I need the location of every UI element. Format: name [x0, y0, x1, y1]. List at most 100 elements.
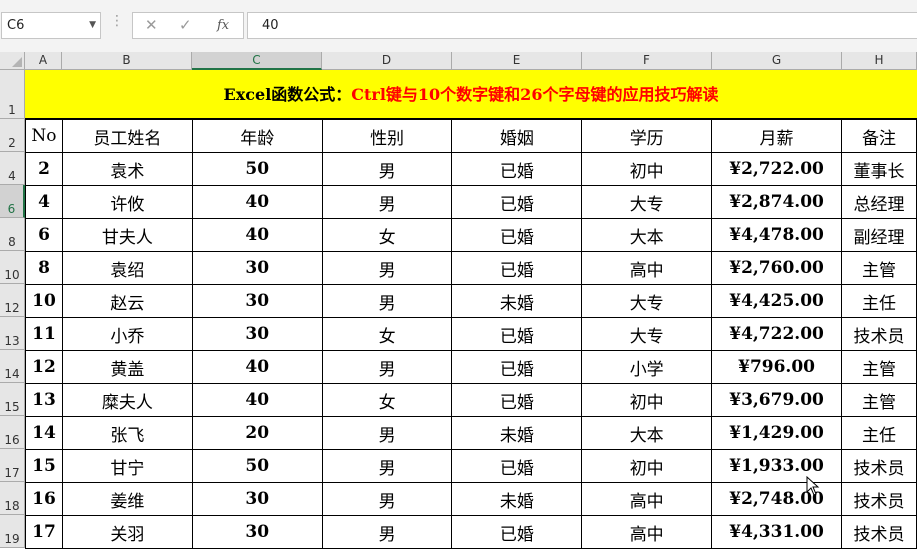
- table-cell[interactable]: 女: [321, 218, 453, 252]
- name-box[interactable]: C6 ▼: [1, 12, 101, 39]
- table-cell[interactable]: 男: [321, 152, 453, 186]
- header-cell[interactable]: 性别: [321, 119, 453, 153]
- table-cell[interactable]: 16: [25, 482, 63, 516]
- table-cell[interactable]: ¥3,679.00: [711, 383, 843, 417]
- table-cell[interactable]: 未婚: [451, 416, 583, 450]
- formula-input[interactable]: 40: [247, 12, 917, 39]
- table-cell[interactable]: 12: [25, 350, 63, 384]
- table-cell[interactable]: 大本: [581, 416, 713, 450]
- table-cell[interactable]: 主管: [841, 251, 917, 285]
- row-header-13[interactable]: 13: [0, 317, 25, 350]
- table-cell[interactable]: 17: [25, 515, 63, 549]
- table-cell[interactable]: 主任: [841, 284, 917, 318]
- table-cell[interactable]: 男: [321, 350, 453, 384]
- table-cell[interactable]: 初中: [581, 383, 713, 417]
- table-cell[interactable]: 14: [25, 416, 63, 450]
- table-cell[interactable]: 男: [321, 416, 453, 450]
- table-cell[interactable]: 13: [25, 383, 63, 417]
- table-cell[interactable]: 小学: [581, 350, 713, 384]
- table-cell[interactable]: ¥2,760.00: [711, 251, 843, 285]
- table-cell[interactable]: 30: [191, 515, 323, 549]
- table-cell[interactable]: ¥1,933.00: [711, 449, 843, 483]
- title-cell[interactable]: Excel函数公式：Ctrl键与10个数字键和26个字母键的应用技巧解读: [25, 70, 917, 119]
- table-cell[interactable]: 50: [191, 449, 323, 483]
- table-cell[interactable]: 已婚: [451, 350, 583, 384]
- table-cell[interactable]: ¥2,722.00: [711, 152, 843, 186]
- table-cell[interactable]: 2: [25, 152, 63, 186]
- table-cell[interactable]: 大本: [581, 218, 713, 252]
- chevron-down-icon[interactable]: ▼: [89, 13, 96, 38]
- table-cell[interactable]: 40: [191, 218, 323, 252]
- table-cell[interactable]: 男: [321, 482, 453, 516]
- table-cell[interactable]: 技术员: [841, 515, 917, 549]
- table-cell[interactable]: ¥4,478.00: [711, 218, 843, 252]
- row-header-1[interactable]: 1: [0, 70, 25, 119]
- table-cell[interactable]: 糜夫人: [61, 383, 193, 417]
- column-header-e[interactable]: E: [452, 52, 582, 70]
- table-cell[interactable]: 甘宁: [61, 449, 193, 483]
- table-cell[interactable]: 初中: [581, 449, 713, 483]
- table-cell[interactable]: 6: [25, 218, 63, 252]
- table-cell[interactable]: 主管: [841, 383, 917, 417]
- table-cell[interactable]: 赵云: [61, 284, 193, 318]
- table-cell[interactable]: 已婚: [451, 449, 583, 483]
- table-cell[interactable]: 副经理: [841, 218, 917, 252]
- table-cell[interactable]: 50: [191, 152, 323, 186]
- row-header-17[interactable]: 17: [0, 449, 25, 482]
- table-cell[interactable]: 总经理: [841, 185, 917, 219]
- table-cell[interactable]: 未婚: [451, 284, 583, 318]
- table-cell[interactable]: 男: [321, 284, 453, 318]
- table-cell[interactable]: 20: [191, 416, 323, 450]
- column-header-d[interactable]: D: [322, 52, 452, 70]
- table-cell[interactable]: 30: [191, 482, 323, 516]
- enter-icon[interactable]: ✓: [179, 16, 192, 34]
- table-cell[interactable]: ¥2,874.00: [711, 185, 843, 219]
- row-header-15[interactable]: 15: [0, 383, 25, 416]
- table-cell[interactable]: 40: [191, 350, 323, 384]
- table-cell[interactable]: 大专: [581, 284, 713, 318]
- column-header-a[interactable]: A: [25, 52, 62, 70]
- column-header-h[interactable]: H: [842, 52, 917, 70]
- table-cell[interactable]: ¥4,722.00: [711, 317, 843, 351]
- row-header-8[interactable]: 8: [0, 218, 25, 251]
- table-cell[interactable]: 董事长: [841, 152, 917, 186]
- select-all-button[interactable]: [0, 52, 25, 70]
- table-cell[interactable]: 40: [191, 383, 323, 417]
- table-cell[interactable]: 30: [191, 284, 323, 318]
- table-cell[interactable]: 主管: [841, 350, 917, 384]
- header-cell[interactable]: 员工姓名: [61, 119, 193, 153]
- table-cell[interactable]: 已婚: [451, 218, 583, 252]
- table-cell[interactable]: 大专: [581, 185, 713, 219]
- table-cell[interactable]: 技术员: [841, 449, 917, 483]
- table-cell[interactable]: 10: [25, 284, 63, 318]
- table-cell[interactable]: 已婚: [451, 317, 583, 351]
- table-cell[interactable]: 黄盖: [61, 350, 193, 384]
- table-cell[interactable]: ¥2,748.00: [711, 482, 843, 516]
- table-cell[interactable]: 40: [191, 185, 323, 219]
- column-header-f[interactable]: F: [582, 52, 712, 70]
- table-cell[interactable]: 未婚: [451, 482, 583, 516]
- table-cell[interactable]: 8: [25, 251, 63, 285]
- row-header-14[interactable]: 14: [0, 350, 25, 383]
- row-header-19[interactable]: 19: [0, 515, 25, 548]
- table-cell[interactable]: 初中: [581, 152, 713, 186]
- table-cell[interactable]: 高中: [581, 482, 713, 516]
- table-cell[interactable]: 高中: [581, 515, 713, 549]
- table-cell[interactable]: 主任: [841, 416, 917, 450]
- table-cell[interactable]: ¥796.00: [711, 350, 843, 384]
- table-cell[interactable]: 许攸: [61, 185, 193, 219]
- table-cell[interactable]: 女: [321, 317, 453, 351]
- table-cell[interactable]: ¥4,425.00: [711, 284, 843, 318]
- table-cell[interactable]: 已婚: [451, 185, 583, 219]
- column-header-g[interactable]: G: [712, 52, 842, 70]
- table-cell[interactable]: 已婚: [451, 515, 583, 549]
- table-cell[interactable]: ¥4,331.00: [711, 515, 843, 549]
- row-header-2[interactable]: 2: [0, 119, 25, 152]
- table-cell[interactable]: 30: [191, 317, 323, 351]
- header-cell[interactable]: No: [25, 119, 63, 153]
- row-header-6[interactable]: 6: [0, 185, 25, 218]
- table-cell[interactable]: 袁术: [61, 152, 193, 186]
- header-cell[interactable]: 婚姻: [451, 119, 583, 153]
- header-cell[interactable]: 备注: [841, 119, 917, 153]
- table-cell[interactable]: 男: [321, 449, 453, 483]
